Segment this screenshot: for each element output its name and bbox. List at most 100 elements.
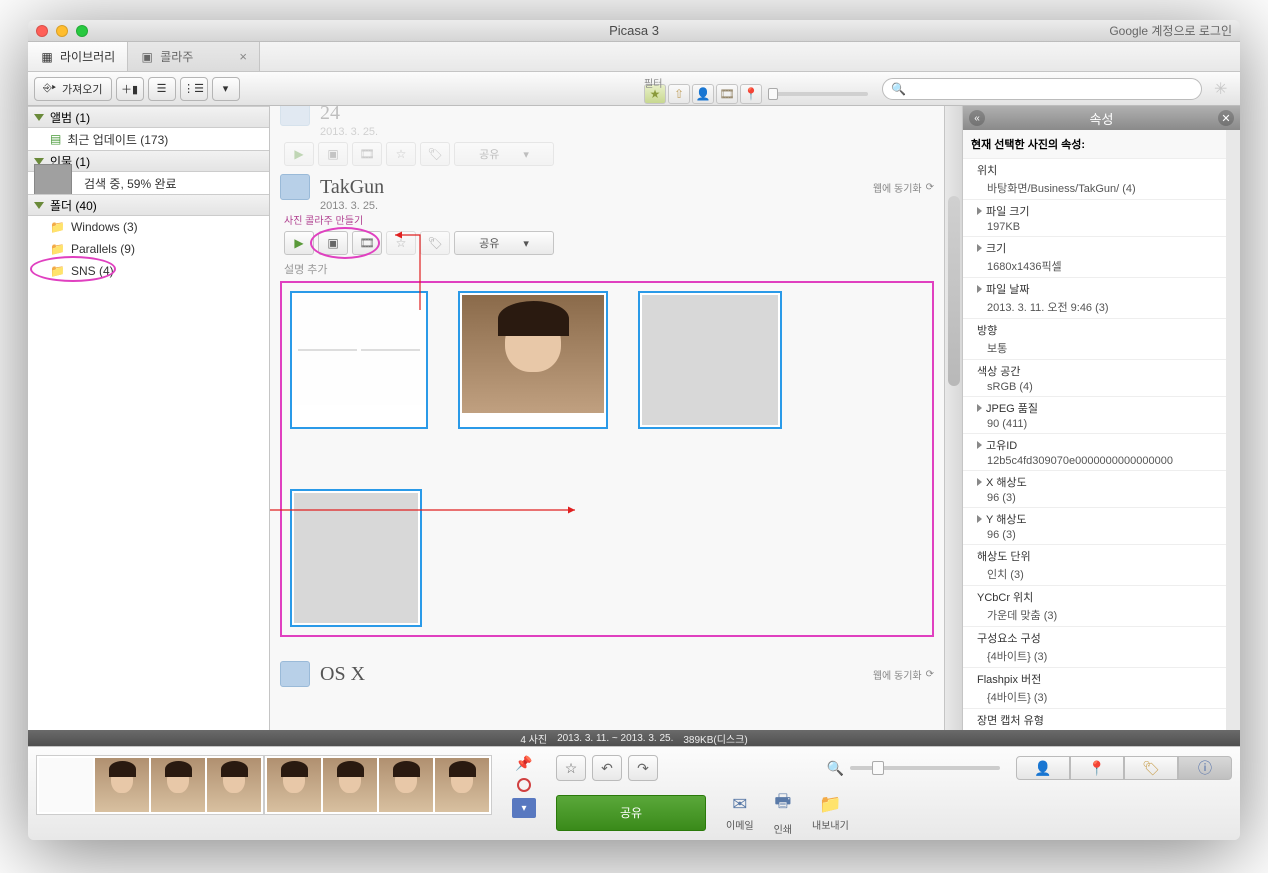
tab-library[interactable]: ▦ 라이브러리 [28, 42, 128, 71]
properties-scrollbar[interactable] [1226, 130, 1240, 730]
tag-button[interactable]: 🏷 [420, 231, 450, 255]
filter-faces-button[interactable]: 👤 [692, 84, 714, 104]
filter-upload-button[interactable]: ⇧ [668, 84, 690, 104]
sidebar: 앨범 (1) ▤ 최근 업데이트 (173) 인물 (1) 검색 중, 59% … [28, 106, 270, 730]
property-row[interactable]: X 해상도96 (3) [963, 470, 1226, 507]
people-tag-tab[interactable]: 👤 [1016, 756, 1070, 780]
property-row[interactable]: Y 해상도96 (3) [963, 507, 1226, 544]
folder-icon: 📁 [50, 220, 65, 234]
sidebar-item-people-scan[interactable]: 검색 중, 59% 완료 [28, 172, 269, 194]
photo-thumbnail[interactable] [290, 489, 422, 627]
photo-thumbnail[interactable] [290, 291, 428, 429]
property-key: Y 해상도 [986, 514, 1027, 526]
property-row[interactable]: 파일 날짜2013. 3. 11. 오전 9:46 (3) [963, 277, 1226, 318]
property-row: 장면 캡처 유형 [963, 708, 1226, 730]
property-row[interactable]: 고유ID12b5c4fd309070e0000000000000000 [963, 433, 1226, 470]
collage-button[interactable]: ▣ [318, 231, 348, 255]
sidebar-folder-parallels[interactable]: 📁 Parallels (9) [28, 238, 269, 260]
share-dropdown[interactable]: 공유▾ [454, 142, 554, 166]
property-value: 96 (3) [977, 492, 1218, 504]
star-button[interactable]: ☆ [386, 231, 416, 255]
hold-tray-button[interactable]: ▾ [512, 798, 536, 818]
email-button[interactable]: ✉ 이메일 [726, 794, 754, 832]
chevron-down-icon: ▾ [523, 237, 529, 250]
web-sync-label: 웹에 동기화 [873, 180, 922, 195]
filter-slider[interactable] [768, 92, 868, 96]
share-button[interactable]: 공유 [556, 795, 706, 831]
rotate-left-button[interactable]: ↶ [592, 755, 622, 781]
export-button[interactable]: 📁 내보내기 [812, 794, 849, 832]
disclosure-icon [977, 404, 982, 412]
info-tab[interactable]: ⓘ [1178, 756, 1232, 780]
album-title[interactable]: OS X [320, 663, 365, 686]
share-dropdown[interactable]: 공유▾ [454, 231, 554, 255]
sync-icon: ⟳ [926, 669, 934, 680]
photo-thumbnail[interactable] [638, 291, 782, 429]
print-icon: 🖶 [774, 789, 791, 819]
play-slideshow-button[interactable]: ▶ [284, 142, 314, 166]
property-key: 장면 캡처 유형 [977, 715, 1044, 727]
disclosure-icon [977, 478, 982, 486]
sidebar-section-folders[interactable]: 폴더 (40) [28, 194, 269, 216]
rotate-right-button[interactable]: ↷ [628, 755, 658, 781]
status-count: 4 사진 [520, 731, 547, 746]
property-row[interactable]: 파일 크기197KB [963, 199, 1226, 236]
property-key: 파일 크기 [986, 206, 1030, 218]
photo-tray[interactable] [36, 755, 264, 815]
filter-geo-button[interactable]: 📍 [740, 84, 762, 104]
star-toggle-button[interactable]: ☆ [556, 755, 586, 781]
close-panel-button[interactable]: ✕ [1218, 110, 1234, 126]
disclosure-icon [977, 244, 982, 252]
folder-large-icon [280, 106, 310, 126]
photo-tray[interactable] [264, 755, 492, 815]
view-tree-button[interactable]: ⋮☰ [180, 77, 208, 101]
disclosure-icon [977, 285, 982, 293]
sidebar-folder-sns[interactable]: 📁 SNS (4) [28, 260, 269, 282]
photo-thumbnail[interactable] [458, 291, 608, 429]
collage-button[interactable]: ▣ [318, 142, 348, 166]
sidebar-folder-windows[interactable]: 📁 Windows (3) [28, 216, 269, 238]
album-date: 2013. 3. 25. [320, 200, 934, 212]
movie-button[interactable]: 🎞 [352, 142, 382, 166]
print-button[interactable]: 🖶 인쇄 [774, 789, 792, 836]
web-sync-toggle[interactable]: 웹에 동기화 ⟳ [873, 180, 934, 195]
tab-close-icon[interactable]: × [239, 49, 247, 64]
content-area: 24 2013. 3. 25. ▶ ▣ 🎞 ☆ 🏷 공유▾ [270, 106, 962, 730]
folder-large-icon[interactable] [280, 661, 310, 687]
folder-icon: 📁 [50, 242, 65, 256]
web-sync-label: 웹에 동기화 [873, 667, 922, 682]
email-icon: ✉ [732, 794, 747, 815]
content-scrollbar[interactable] [944, 106, 962, 730]
properties-list: 현재 선택한 사진의 속성: 위치바탕화면/Business/TakGun/ (… [963, 130, 1226, 730]
tag-button[interactable]: 🏷 [420, 142, 450, 166]
new-album-button[interactable]: ＋▮ [116, 77, 144, 101]
star-button[interactable]: ☆ [386, 142, 416, 166]
web-sync-toggle[interactable]: 웹에 동기화 ⟳ [873, 667, 934, 682]
filter-movies-button[interactable]: 🎞 [716, 84, 738, 104]
view-menu-button[interactable]: ▾ [212, 77, 240, 101]
geo-tag-tab[interactable]: 📍 [1070, 756, 1124, 780]
filter-label: 필터 [644, 75, 662, 90]
property-row[interactable]: JPEG 품질90 (411) [963, 396, 1226, 433]
tab-collage[interactable]: ▣ 콜라주 × [128, 42, 260, 71]
pin-tray-button[interactable]: 📌 [515, 755, 532, 772]
collapse-panel-button[interactable]: « [969, 110, 985, 126]
property-key: 방향 [977, 325, 997, 337]
sidebar-item-recent-updates[interactable]: ▤ 최근 업데이트 (173) [28, 128, 269, 150]
folder-large-icon[interactable] [280, 174, 310, 200]
tags-tab[interactable]: 🏷 [1124, 756, 1178, 780]
clear-tray-button[interactable] [517, 778, 531, 792]
view-list-button[interactable]: ☰ [148, 77, 176, 101]
zoom-slider[interactable] [850, 766, 1000, 770]
import-icon: ⎆▸ [43, 82, 56, 95]
play-slideshow-button[interactable]: ▶ [284, 231, 314, 255]
sidebar-section-albums[interactable]: 앨범 (1) [28, 106, 269, 128]
add-description-field[interactable]: 설명 추가 [284, 261, 934, 277]
import-button[interactable]: ⎆▸ 가져오기 [34, 77, 112, 101]
album-title[interactable]: TakGun [320, 176, 384, 199]
movie-button[interactable]: 🎞 [352, 231, 382, 255]
property-row[interactable]: 크기1680x1436픽셀 [963, 236, 1226, 277]
property-value: 1680x1436픽셀 [977, 258, 1218, 274]
property-row: 방향보통 [963, 318, 1226, 359]
search-input[interactable]: 🔍 [882, 78, 1202, 100]
